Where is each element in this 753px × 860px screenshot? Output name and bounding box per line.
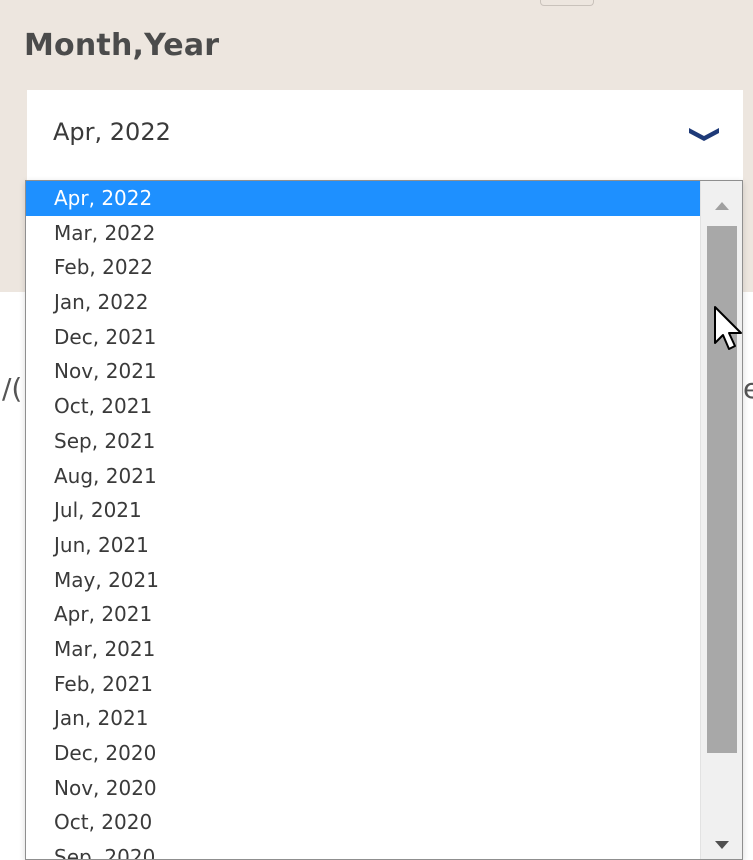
option-item[interactable]: Apr, 2021 [26, 597, 700, 632]
month-year-label: Month,Year [24, 28, 220, 63]
mouse-pointer-icon [714, 306, 742, 350]
background-text-fragment-right: e [743, 372, 753, 405]
option-item[interactable]: Sep, 2020 [26, 840, 700, 859]
option-item[interactable]: Oct, 2020 [26, 805, 700, 840]
option-item[interactable]: Feb, 2021 [26, 667, 700, 702]
option-item[interactable]: Mar, 2022 [26, 216, 700, 251]
vertical-scrollbar[interactable] [700, 181, 742, 859]
background-text-fragment-left: /( [2, 372, 23, 405]
option-item[interactable]: Jan, 2021 [26, 701, 700, 736]
option-item[interactable]: Mar, 2021 [26, 632, 700, 667]
option-item[interactable]: Dec, 2020 [26, 736, 700, 771]
option-item[interactable]: Oct, 2021 [26, 389, 700, 424]
option-item[interactable]: Dec, 2021 [26, 320, 700, 355]
top-tab-edge [540, 0, 594, 6]
scroll-down-arrow-icon[interactable] [701, 823, 743, 859]
option-item[interactable]: Feb, 2022 [26, 250, 700, 285]
option-item[interactable]: Aug, 2021 [26, 459, 700, 494]
option-item[interactable]: Jul, 2021 [26, 493, 700, 528]
option-item-selected[interactable]: Apr, 2022 [26, 181, 700, 216]
month-year-select[interactable]: Apr, 2022 [27, 90, 743, 180]
option-item[interactable]: Nov, 2020 [26, 771, 700, 806]
option-list: Apr, 2022 Mar, 2022 Feb, 2022 Jan, 2022 … [26, 181, 700, 859]
month-year-dropdown-list[interactable]: Apr, 2022 Mar, 2022 Feb, 2022 Jan, 2022 … [25, 180, 743, 860]
option-item[interactable]: Jun, 2021 [26, 528, 700, 563]
option-item[interactable]: May, 2021 [26, 563, 700, 598]
option-item[interactable]: Nov, 2021 [26, 354, 700, 389]
option-item[interactable]: Sep, 2021 [26, 424, 700, 459]
option-item[interactable]: Jan, 2022 [26, 285, 700, 320]
scroll-up-arrow-icon[interactable] [701, 187, 743, 223]
chevron-down-icon[interactable] [687, 124, 721, 144]
selected-month-year: Apr, 2022 [53, 118, 171, 146]
